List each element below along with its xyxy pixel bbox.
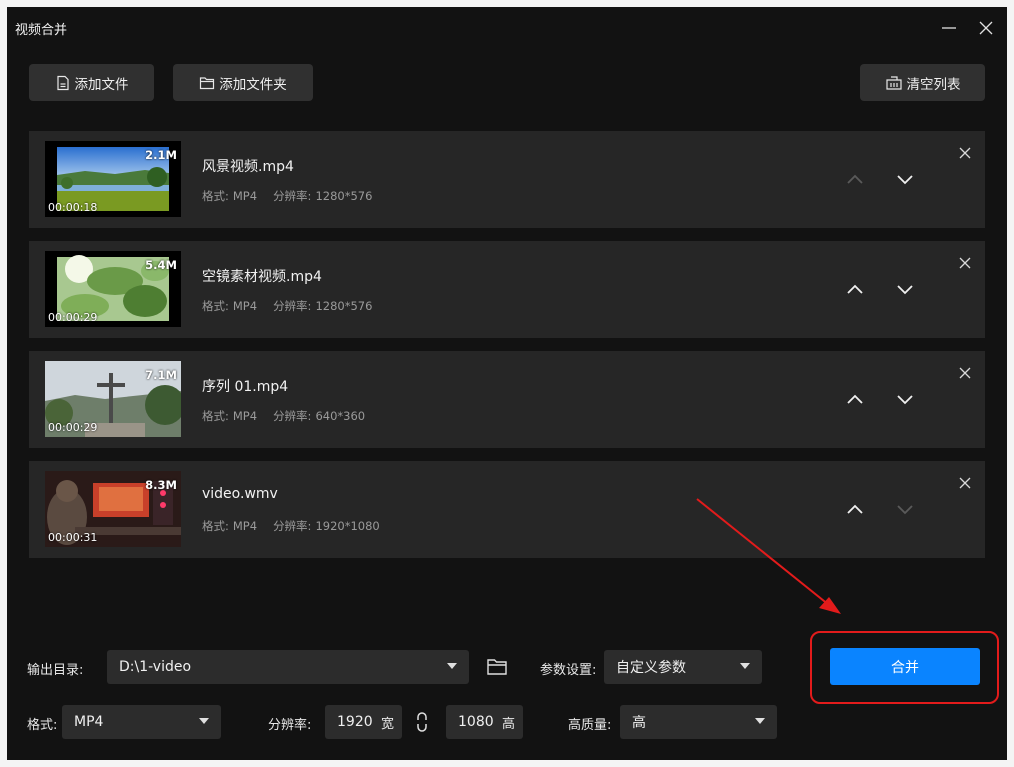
chevron-down-icon — [740, 663, 750, 669]
format-label: 格式: — [202, 519, 229, 533]
add-file-button[interactable]: 添加文件 — [29, 64, 154, 101]
move-down-icon[interactable] — [894, 498, 916, 520]
file-size: 2.1M — [145, 148, 177, 162]
file-duration: 00:00:29 — [48, 311, 98, 324]
remove-file-icon[interactable] — [957, 475, 973, 491]
params-value: 自定义参数 — [616, 660, 686, 676]
resolution-value: 1280*576 — [315, 299, 373, 313]
resolution-value: 1920*1080 — [315, 519, 380, 533]
clear-list-label: 清空列表 — [906, 76, 961, 93]
format-value: MP4 — [232, 519, 258, 533]
add-file-icon — [56, 75, 69, 90]
chevron-down-icon — [199, 718, 209, 724]
file-row[interactable]: 5.4M 00:00:29 空镜素材视频.mp4 格式: MP4 分辨率: 1280*… — [29, 241, 985, 338]
file-duration: 00:00:31 — [48, 531, 98, 544]
file-name: 空镜素材视频.mp4 — [202, 269, 322, 285]
move-up-icon[interactable] — [844, 168, 866, 190]
video-thumbnail: 7.1M 00:00:29 — [45, 361, 181, 437]
move-down-icon[interactable] — [894, 278, 916, 300]
video-thumbnail: 2.1M 00:00:18 — [45, 141, 181, 217]
format-label: 格式: — [202, 409, 229, 423]
params-label: 参数设置: — [540, 663, 597, 678]
add-folder-button[interactable]: 添加文件夹 — [173, 64, 313, 101]
format-label: 格式: — [27, 718, 58, 733]
width-value: 1920 — [337, 714, 373, 730]
format-value: MP4 — [232, 299, 258, 313]
file-meta: 格式: MP4 分辨率: 1920*1080 — [202, 518, 380, 534]
output-dir-label: 输出目录: — [27, 663, 84, 678]
quality-value: 高 — [632, 715, 646, 731]
height-input[interactable]: 1080 高 — [446, 705, 523, 739]
video-merge-window: 视频合并 添加文件 添加文件夹 清空列表 2.1M 00:00:18 风景视频.… — [7, 7, 1007, 760]
output-dir-select[interactable]: D:\1-video — [107, 650, 469, 684]
clear-list-button[interactable]: 清空列表 — [860, 64, 985, 101]
params-select[interactable]: 自定义参数 — [604, 650, 762, 684]
format-select[interactable]: MP4 — [62, 705, 221, 739]
file-meta: 格式: MP4 分辨率: 640*360 — [202, 408, 365, 424]
file-meta: 格式: MP4 分辨率: 1280*576 — [202, 188, 372, 204]
chevron-down-icon — [447, 663, 457, 669]
height-unit: 高 — [501, 717, 515, 732]
file-name: 序列 01.mp4 — [202, 379, 289, 395]
width-unit: 宽 — [380, 717, 394, 732]
minimize-icon — [942, 27, 956, 29]
add-folder-label: 添加文件夹 — [219, 76, 287, 93]
close-icon — [979, 21, 993, 35]
resolution-label: 分辨率: — [273, 189, 312, 203]
file-row[interactable]: 2.1M 00:00:18 风景视频.mp4 格式: MP4 分辨率: 1280*57… — [29, 131, 985, 228]
resolution-label: 分辨率: — [273, 409, 312, 423]
annotation-highlight-box — [810, 631, 999, 704]
move-up-icon[interactable] — [844, 278, 866, 300]
close-window-button[interactable] — [974, 16, 998, 40]
remove-file-icon[interactable] — [957, 145, 973, 161]
format-value: MP4 — [74, 714, 104, 730]
quality-select[interactable]: 高 — [620, 705, 777, 739]
height-value: 1080 — [458, 714, 494, 730]
width-input[interactable]: 1920 宽 — [325, 705, 402, 739]
resolution-label: 分辨率: — [273, 299, 312, 313]
output-dir-value: D:\1-video — [119, 659, 192, 675]
resolution-value: 1280*576 — [315, 189, 373, 203]
file-meta: 格式: MP4 分辨率: 1280*576 — [202, 298, 372, 314]
file-size: 5.4M — [145, 258, 177, 272]
file-duration: 00:00:18 — [48, 201, 98, 214]
remove-file-icon[interactable] — [957, 365, 973, 381]
chevron-down-icon — [755, 718, 765, 724]
resolution-label: 分辨率: — [273, 519, 312, 533]
video-thumbnail: 8.3M 00:00:31 — [45, 471, 181, 547]
move-down-icon[interactable] — [894, 168, 916, 190]
window-title: 视频合并 — [15, 23, 68, 38]
video-thumbnail: 5.4M 00:00:29 — [45, 251, 181, 327]
format-value: MP4 — [232, 409, 258, 423]
file-row[interactable]: 7.1M 00:00:29 序列 01.mp4 格式: MP4 分辨率: 640*36… — [29, 351, 985, 448]
resolution-value: 640*360 — [315, 409, 366, 423]
file-size: 8.3M — [145, 478, 177, 492]
folder-icon — [200, 76, 215, 89]
quality-label: 高质量: — [568, 718, 612, 733]
file-size: 7.1M — [145, 368, 177, 382]
resolution-label: 分辨率: — [268, 718, 312, 733]
file-name: 风景视频.mp4 — [202, 159, 294, 175]
open-folder-icon[interactable] — [486, 656, 508, 678]
title-bar: 视频合并 — [7, 7, 1007, 49]
minimize-button[interactable] — [937, 16, 961, 40]
format-label: 格式: — [202, 299, 229, 313]
move-down-icon[interactable] — [894, 388, 916, 410]
file-duration: 00:00:29 — [48, 421, 98, 434]
remove-file-icon[interactable] — [957, 255, 973, 271]
file-name: video.wmv — [202, 486, 278, 502]
file-row[interactable]: 8.3M 00:00:31 video.wmv 格式: MP4 分辨率: 1920*1… — [29, 461, 985, 558]
link-ratio-icon[interactable] — [411, 710, 433, 734]
format-value: MP4 — [232, 189, 258, 203]
move-up-icon[interactable] — [844, 498, 866, 520]
clear-list-icon — [885, 75, 902, 90]
format-label: 格式: — [202, 189, 229, 203]
move-up-icon[interactable] — [844, 388, 866, 410]
add-file-label: 添加文件 — [74, 76, 129, 93]
